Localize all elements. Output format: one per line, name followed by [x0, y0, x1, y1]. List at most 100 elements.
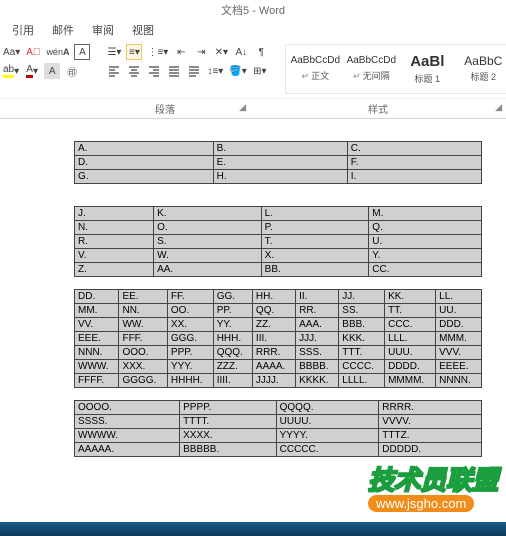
show-marks-button[interactable]: ¶ — [253, 44, 269, 60]
tab-review[interactable]: 审阅 — [84, 20, 122, 40]
table-cell[interactable]: WWW. — [75, 360, 119, 374]
table-cell[interactable]: W. — [154, 249, 262, 263]
table-cell[interactable]: AA. — [154, 263, 262, 277]
table-cell[interactable]: VVV. — [436, 346, 482, 360]
table-cell[interactable]: EE. — [119, 290, 167, 304]
justify-button[interactable] — [166, 63, 182, 79]
table-cell[interactable]: GG. — [213, 290, 252, 304]
numbering-button[interactable]: ≡▾ — [126, 44, 142, 60]
table-cell[interactable]: DDDD. — [385, 360, 436, 374]
table-cell[interactable]: ZZ. — [252, 318, 295, 332]
enclose-char-button[interactable]: ㊞ — [64, 63, 80, 79]
table-cell[interactable]: AAA. — [296, 318, 339, 332]
sort-button[interactable]: A↓ — [233, 44, 249, 60]
table-cell[interactable]: JJ. — [339, 290, 385, 304]
table-cell[interactable]: LLLL. — [339, 374, 385, 388]
table-cell[interactable]: ZZZ. — [213, 360, 252, 374]
style-normal[interactable]: AaBbCcDd ↵正文 — [288, 47, 342, 91]
increase-indent-button[interactable]: ⇥ — [193, 44, 209, 60]
table-cell[interactable]: E. — [213, 156, 347, 170]
table-cell[interactable]: KKKK. — [296, 374, 339, 388]
table-cell[interactable]: OOOO. — [75, 401, 180, 415]
highlight-button[interactable]: ab▾ — [2, 63, 20, 79]
table-cell[interactable]: YYY. — [167, 360, 213, 374]
table-cell[interactable]: BBBB. — [296, 360, 339, 374]
table-cell[interactable]: QQQQ. — [276, 401, 379, 415]
table-cell[interactable]: H. — [213, 170, 347, 184]
table-cell[interactable]: LLL. — [385, 332, 436, 346]
asian-layout-button[interactable]: ✕▾ — [213, 44, 229, 60]
table-cell[interactable]: JJJJ. — [252, 374, 295, 388]
align-left-button[interactable] — [106, 63, 122, 79]
table-cell[interactable]: HH. — [252, 290, 295, 304]
table-cell[interactable]: HHH. — [213, 332, 252, 346]
table-cell[interactable]: Z. — [75, 263, 154, 277]
table-cell[interactable]: X. — [261, 249, 369, 263]
table-cell[interactable]: EEEE. — [436, 360, 482, 374]
table-cell[interactable]: CCC. — [385, 318, 436, 332]
decrease-indent-button[interactable]: ⇤ — [173, 44, 189, 60]
line-spacing-button[interactable]: ↕≡▾ — [206, 63, 224, 79]
table-cell[interactable]: IIII. — [213, 374, 252, 388]
table-cell[interactable]: KK. — [385, 290, 436, 304]
char-shading-button[interactable]: A — [44, 63, 60, 79]
table-cell[interactable]: B. — [213, 142, 347, 156]
bullets-button[interactable]: ☰▾ — [106, 44, 122, 60]
table-2[interactable]: J.K.L.M.N.O.P.Q.R.S.T.U.V.W.X.Y.Z.AA.BB.… — [74, 206, 482, 277]
table-cell[interactable]: OO. — [167, 304, 213, 318]
table-1[interactable]: A.B.C.D.E.F.G.H.I. — [74, 141, 482, 184]
table-cell[interactable]: YYYY. — [276, 429, 379, 443]
table-cell[interactable]: XXX. — [119, 360, 167, 374]
table-cell[interactable]: K. — [154, 207, 262, 221]
table-cell[interactable]: RR. — [296, 304, 339, 318]
table-cell[interactable]: CCCC. — [339, 360, 385, 374]
table-cell[interactable]: UU. — [436, 304, 482, 318]
table-cell[interactable]: XX. — [167, 318, 213, 332]
styles-launcher-icon[interactable]: ◢ — [495, 102, 502, 113]
table-cell[interactable]: I. — [347, 170, 481, 184]
table-cell[interactable]: FFFF. — [75, 374, 119, 388]
table-cell[interactable]: O. — [154, 221, 262, 235]
table-cell[interactable]: OOO. — [119, 346, 167, 360]
table-cell[interactable]: UUUU. — [276, 415, 379, 429]
table-cell[interactable]: BBBBB. — [180, 443, 277, 457]
table-cell[interactable]: F. — [347, 156, 481, 170]
table-cell[interactable]: VVVV. — [379, 415, 482, 429]
table-cell[interactable]: DDDDD. — [379, 443, 482, 457]
table-cell[interactable]: NNN. — [75, 346, 119, 360]
change-case-button[interactable]: Aa▾ — [2, 44, 21, 60]
table-cell[interactable]: PP. — [213, 304, 252, 318]
table-cell[interactable]: SSS. — [296, 346, 339, 360]
table-cell[interactable]: J. — [75, 207, 154, 221]
distribute-button[interactable] — [186, 63, 202, 79]
table-cell[interactable]: P. — [261, 221, 369, 235]
table-cell[interactable]: FF. — [167, 290, 213, 304]
table-cell[interactable]: TTTT. — [180, 415, 277, 429]
table-cell[interactable]: KKK. — [339, 332, 385, 346]
table-cell[interactable]: CC. — [369, 263, 482, 277]
table-cell[interactable]: III. — [252, 332, 295, 346]
table-cell[interactable]: S. — [154, 235, 262, 249]
table-cell[interactable]: L. — [261, 207, 369, 221]
table-cell[interactable]: TT. — [385, 304, 436, 318]
table-cell[interactable]: DDD. — [436, 318, 482, 332]
borders-button[interactable]: ⊞▾ — [252, 63, 268, 79]
table-cell[interactable]: AAAAA. — [75, 443, 180, 457]
font-color-button[interactable]: A▾ — [24, 63, 40, 79]
table-cell[interactable]: PPPP. — [180, 401, 277, 415]
table-cell[interactable]: MM. — [75, 304, 119, 318]
table-cell[interactable]: LL. — [436, 290, 482, 304]
table-cell[interactable]: Y. — [369, 249, 482, 263]
table-cell[interactable]: V. — [75, 249, 154, 263]
table-cell[interactable]: G. — [75, 170, 214, 184]
table-cell[interactable]: R. — [75, 235, 154, 249]
align-center-button[interactable] — [126, 63, 142, 79]
table-cell[interactable]: CCCCC. — [276, 443, 379, 457]
table-cell[interactable]: MMMM. — [385, 374, 436, 388]
table-cell[interactable]: FFF. — [119, 332, 167, 346]
table-cell[interactable]: YY. — [213, 318, 252, 332]
table-cell[interactable]: DD. — [75, 290, 119, 304]
table-cell[interactable]: JJJ. — [296, 332, 339, 346]
table-cell[interactable]: U. — [369, 235, 482, 249]
table-cell[interactable]: RRR. — [252, 346, 295, 360]
